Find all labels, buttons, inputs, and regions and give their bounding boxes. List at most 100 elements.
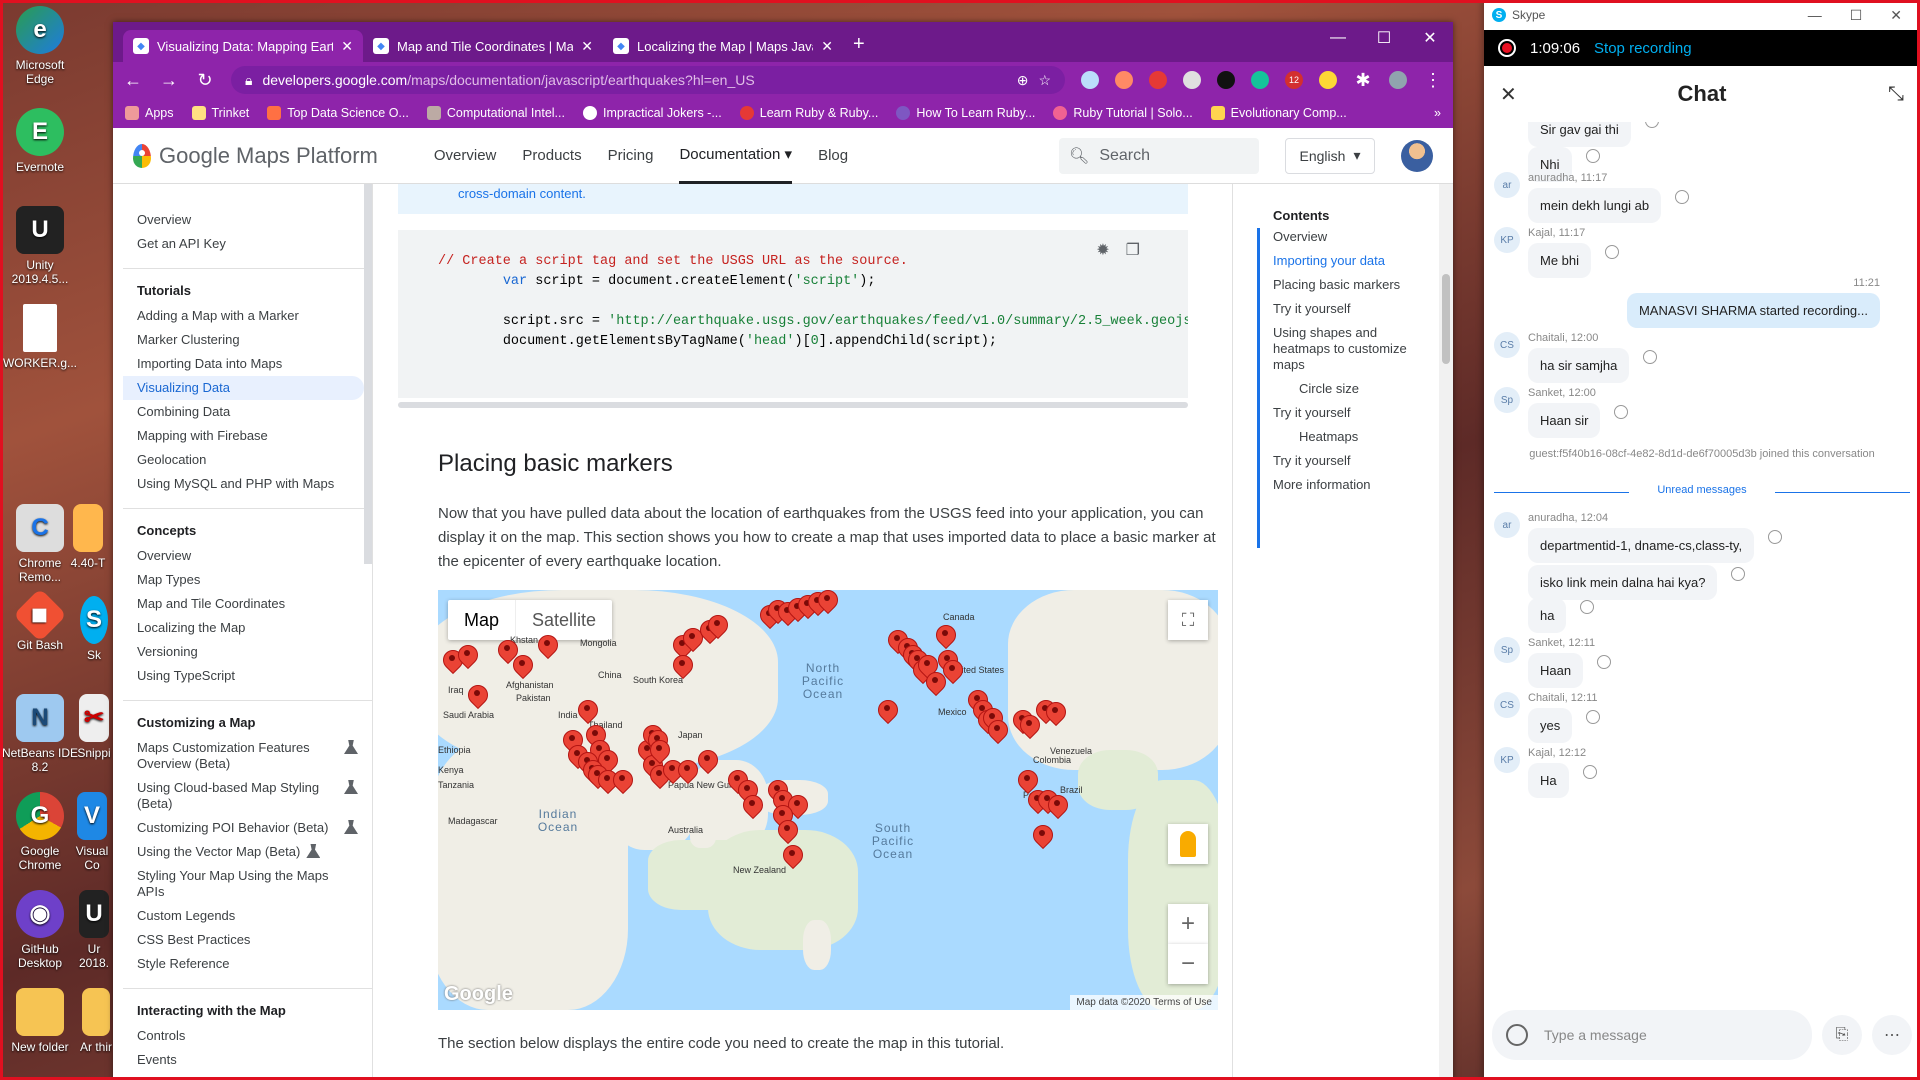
earthquake-marker-icon[interactable] [613, 770, 631, 796]
react-emoji-icon[interactable] [1643, 350, 1657, 364]
react-emoji-icon[interactable] [1614, 405, 1628, 419]
bookmark-learn-ruby[interactable]: Learn Ruby & Ruby... [739, 106, 878, 120]
grammarly-icon[interactable] [1251, 71, 1269, 89]
message-bubble[interactable]: Me bhi [1528, 243, 1592, 278]
language-select[interactable]: English ▾ [1285, 137, 1375, 174]
desktop-icon-file[interactable]: 4.40-T [68, 504, 108, 570]
more-options-icon[interactable]: ⋯ [1872, 1015, 1912, 1055]
leftnav-item[interactable]: Controls [123, 1024, 372, 1048]
desktop-icon-chrome[interactable]: G Google Chrome [0, 792, 80, 872]
toc-item[interactable]: Try it yourself [1273, 453, 1433, 469]
close-tab-icon[interactable]: ✕ [821, 38, 833, 55]
message-bubble[interactable]: Ha [1528, 763, 1569, 798]
earthquake-marker-icon[interactable] [818, 590, 836, 616]
close-tab-icon[interactable]: ✕ [581, 38, 593, 55]
back-icon[interactable]: ← [123, 70, 143, 91]
message-bubble[interactable]: Haan [1528, 653, 1584, 688]
earthquake-marker-icon[interactable] [458, 645, 476, 671]
earthquake-marker-icon[interactable] [673, 655, 691, 681]
message-bubble[interactable]: isko link mein dalna hai kya? [1528, 565, 1718, 600]
leftnav-item[interactable]: Overview [123, 544, 372, 568]
message-bubble[interactable]: Haan sir [1528, 403, 1601, 438]
site-search[interactable]: 🔍︎ Search [1059, 137, 1259, 174]
react-emoji-icon[interactable] [1583, 765, 1597, 779]
avatar[interactable]: KP [1494, 747, 1520, 773]
minimize-icon[interactable]: — [1315, 22, 1361, 54]
desktop-icon-github[interactable]: ◉ GitHub Desktop [0, 890, 80, 970]
react-emoji-icon[interactable] [1597, 655, 1611, 669]
nav-blog[interactable]: Blog [818, 129, 848, 182]
desktop-icon-netbeans[interactable]: N NetBeans IDE 8.2 [0, 694, 80, 774]
extension-compass-icon[interactable] [1217, 71, 1235, 89]
new-tab-button[interactable]: + [853, 33, 865, 56]
earthquake-marker-icon[interactable] [513, 655, 531, 681]
profile-avatar[interactable] [1389, 71, 1407, 89]
desktop-icon-unity[interactable]: U Unity 2019.4.5... [0, 206, 80, 286]
fullscreen-icon[interactable]: ⛶ [1168, 600, 1208, 640]
desktop-icon-gitbash[interactable]: ◆ Git Bash [0, 588, 80, 652]
leftnav-item[interactable]: Custom Legends [123, 904, 372, 928]
extension-bulb-icon[interactable] [1319, 71, 1337, 89]
toc-subitem[interactable]: Heatmaps [1299, 429, 1433, 445]
bookmark-trinket[interactable]: Trinket [191, 106, 249, 120]
toc-item[interactable]: Using shapes and heatmaps to customize m… [1273, 325, 1433, 373]
desktop-icon-edge[interactable]: e Microsoft Edge [0, 6, 80, 86]
leftnav-item[interactable]: Styling Your Map Using the Maps APIs [123, 864, 372, 904]
maximize-icon[interactable]: ☐ [1361, 22, 1407, 54]
react-emoji-icon[interactable] [1580, 600, 1594, 614]
avatar[interactable]: ar [1494, 512, 1520, 538]
earthquake-marker-icon[interactable] [708, 615, 726, 641]
desktop-icon-folder2[interactable]: Ar thir [80, 988, 112, 1054]
earthquake-marker-icon[interactable] [778, 820, 796, 846]
react-emoji-icon[interactable] [1586, 710, 1600, 724]
avatar[interactable]: Sp [1494, 637, 1520, 663]
bookmark-ruby-tutorial[interactable]: Ruby Tutorial | Solo... [1053, 106, 1193, 120]
leftnav-item[interactable]: Mapping with Firebase [123, 424, 372, 448]
message-bubble[interactable]: ha sir samjha [1528, 348, 1630, 383]
leftnav-item[interactable]: Using the Vector Map (Beta) [123, 840, 372, 864]
earthquake-marker-icon[interactable] [698, 750, 716, 776]
extension-badge-icon[interactable]: 12 [1285, 71, 1303, 89]
bookmark-impractical-jokers[interactable]: Impractical Jokers -... [582, 106, 722, 120]
leftnav-item[interactable]: Versioning [123, 640, 372, 664]
leftnav-item[interactable]: Marker Clustering [123, 328, 372, 352]
close-icon[interactable]: ✕ [1500, 82, 1517, 107]
desktop-icon-vscode[interactable]: V Visual Co [74, 792, 110, 872]
earthquake-marker-icon[interactable] [878, 700, 896, 726]
react-emoji-icon[interactable] [1645, 122, 1659, 128]
desktop-icon-skype[interactable]: S Sk [78, 596, 110, 662]
message-bubble[interactable]: ha [1528, 598, 1567, 633]
leftnav-item[interactable]: Combining Data [123, 400, 372, 424]
message-bubble[interactable]: Sir gav gai thi [1528, 122, 1631, 147]
leftnav-item[interactable]: Style Reference [123, 952, 372, 976]
reload-icon[interactable]: ↻ [195, 70, 215, 91]
message-input[interactable]: Type a message [1492, 1010, 1812, 1060]
leftnav-item[interactable]: Geolocation [123, 448, 372, 472]
menu-icon[interactable]: ⋮ [1423, 70, 1443, 91]
emoji-icon[interactable] [1506, 1024, 1528, 1046]
react-emoji-icon[interactable] [1675, 190, 1689, 204]
close-tab-icon[interactable]: ✕ [341, 38, 353, 55]
leftnav-item[interactable]: Map Types [123, 568, 372, 592]
earthquake-marker-icon[interactable] [538, 635, 556, 661]
earthquake-marker-icon[interactable] [943, 660, 961, 686]
earthquake-marker-icon[interactable] [578, 700, 596, 726]
tab-visualizing-data[interactable]: ◆ Visualizing Data: Mapping Earthq ✕ [123, 30, 363, 62]
desktop-icon-unity2018[interactable]: U Ur 2018. [76, 890, 112, 970]
toc-item[interactable]: More information [1273, 477, 1433, 493]
theme-toggle-icon[interactable]: ✹ [1096, 240, 1109, 260]
address-bar[interactable]: 🔒︎ developers.google.com/maps/documentat… [231, 66, 1065, 94]
map-type-satellite-button[interactable]: Satellite [516, 600, 612, 640]
leftnav-item[interactable]: Adding a Map with a Marker [123, 304, 372, 328]
leftnav-item[interactable]: Localizing the Map [123, 616, 372, 640]
leftnav-item[interactable]: Using MySQL and PHP with Maps [123, 472, 372, 496]
own-message-bubble[interactable]: MANASVI SHARMA started recording... [1626, 293, 1880, 328]
location-icon[interactable]: ⊕ [1017, 72, 1029, 89]
leftnav-item[interactable]: Customizing POI Behavior (Beta) [123, 816, 372, 840]
map-type-map-button[interactable]: Map [448, 600, 517, 640]
leftnav-item[interactable]: Events [123, 1048, 372, 1072]
message-bubble[interactable]: mein dekh lungi ab [1528, 188, 1662, 223]
earthquake-marker-icon[interactable] [1046, 702, 1064, 728]
toc-item[interactable]: Placing basic markers [1273, 277, 1433, 293]
stop-recording-button[interactable]: Stop recording [1594, 40, 1692, 57]
